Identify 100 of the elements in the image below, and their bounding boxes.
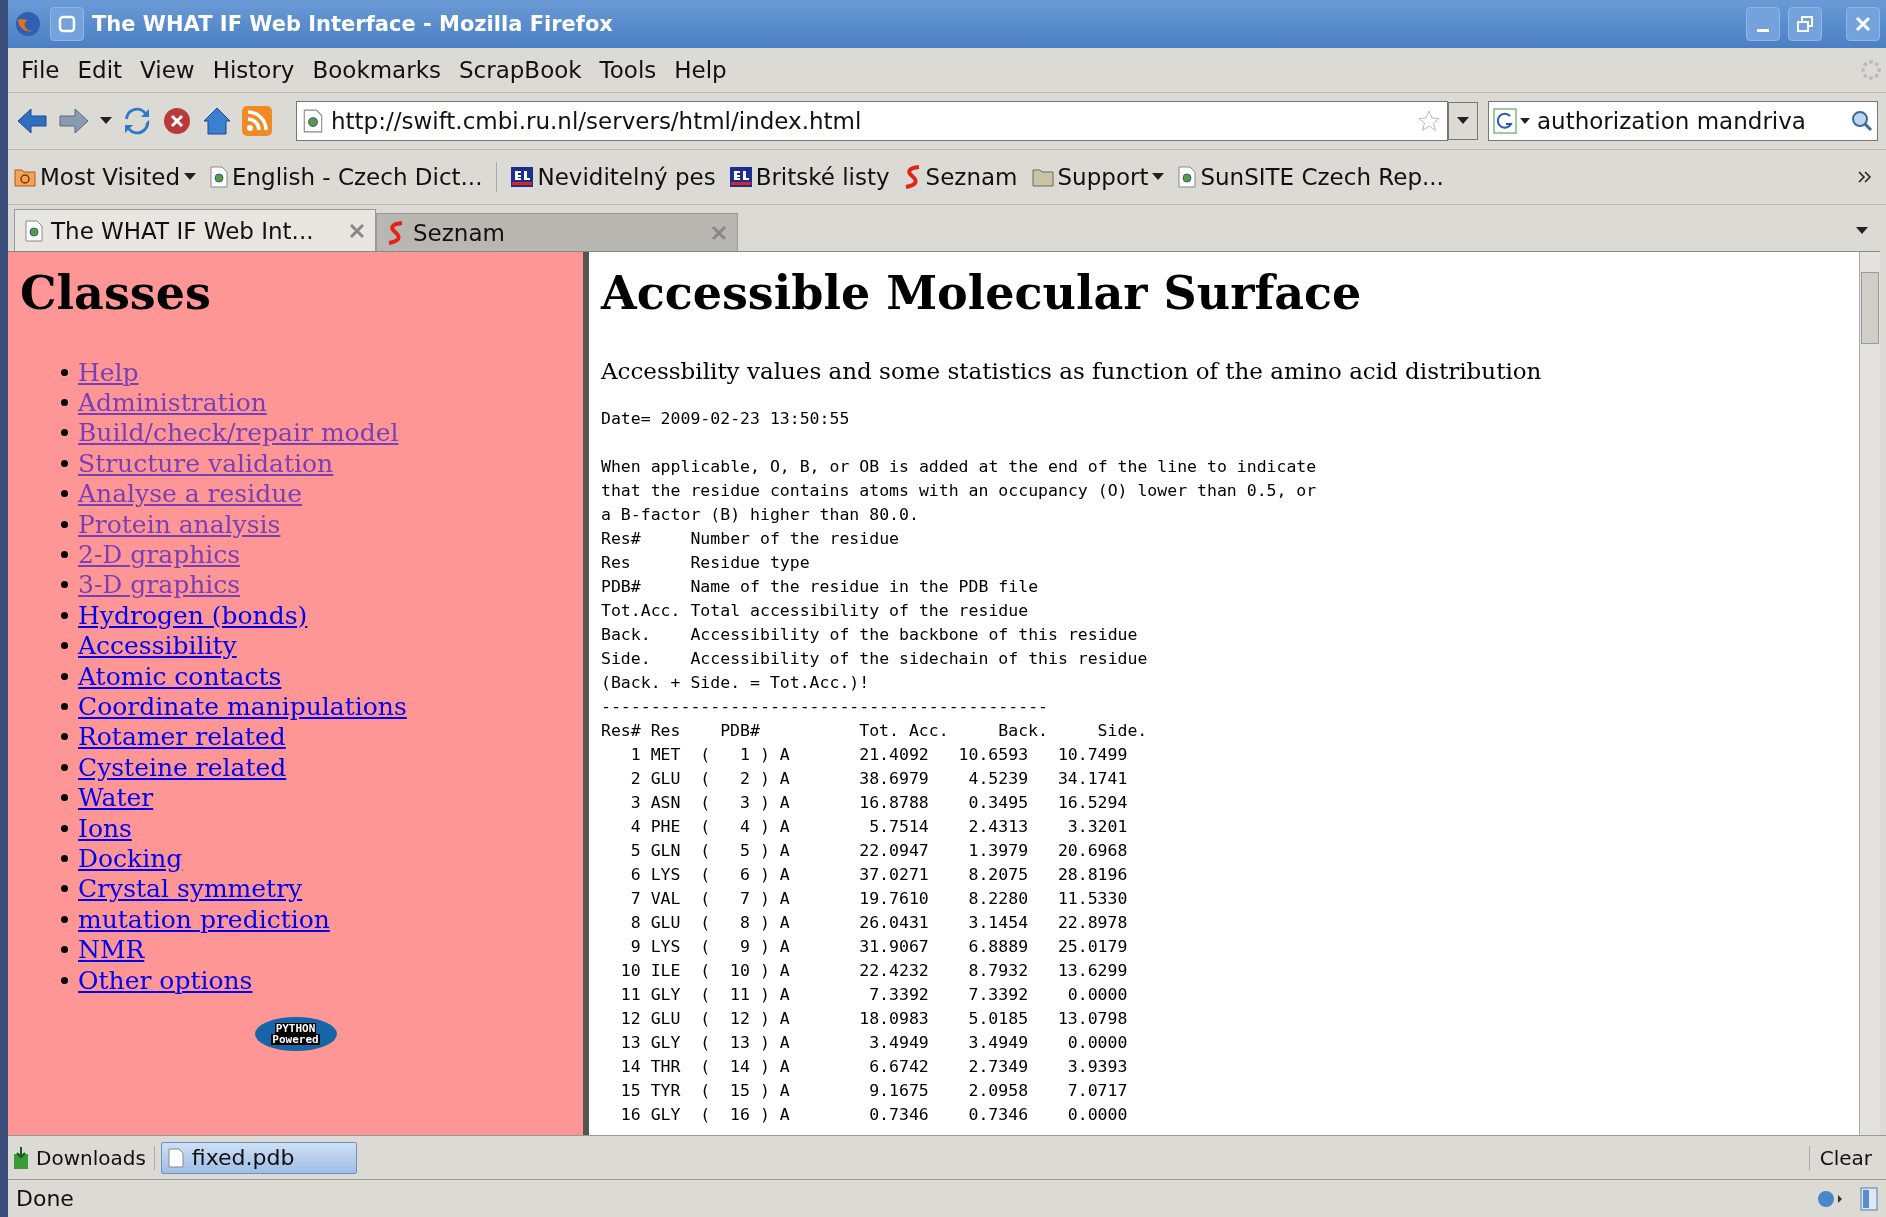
bullet-icon — [61, 824, 68, 832]
address-field[interactable]: http://swift.cmbi.ru.nl/servers/html/index.html — [296, 101, 1448, 141]
menu-item[interactable]: ScrapBook — [449, 57, 591, 83]
clear-button[interactable]: Clear — [1808, 1145, 1882, 1170]
close-icon[interactable] — [349, 222, 365, 239]
bookmark-item[interactable]: Britské listy — [729, 164, 890, 190]
sidebar-link[interactable]: Coordinate manipulations — [78, 692, 407, 721]
tab-list-button[interactable] — [1856, 227, 1868, 235]
close-button[interactable] — [1846, 7, 1880, 41]
table-cell-text: 34.1741 — [1056, 768, 1128, 790]
table-cell-text: GLU — [650, 1008, 681, 1030]
table-cell-text: 20.6968 — [1056, 840, 1128, 862]
sidebar-link[interactable]: Accessibility — [78, 631, 237, 661]
sidebar-link[interactable]: Water — [78, 783, 154, 813]
table-cell-text: ( 12 ) A — [700, 1008, 790, 1030]
table-cell-text: 16.8788 — [858, 792, 929, 814]
reload-button[interactable] — [122, 106, 152, 136]
home-button[interactable] — [202, 106, 232, 136]
menu-item[interactable]: View — [131, 57, 204, 83]
bookmark-item[interactable]: Most Visited — [14, 164, 196, 190]
sidebar-link[interactable]: Rotamer related — [78, 722, 286, 752]
caret-icon — [1856, 227, 1868, 235]
table-cell-text: 22.0947 — [858, 840, 929, 862]
page-icon — [25, 219, 43, 242]
menu-item[interactable]: History — [203, 57, 304, 83]
menu-item[interactable]: Tools — [590, 57, 666, 83]
table-cell-text: 7 — [629, 888, 641, 910]
chevron-icon[interactable] — [1858, 171, 1872, 183]
close-icon — [1854, 15, 1872, 33]
column-header: Back. — [997, 720, 1048, 742]
close-icon[interactable] — [711, 224, 727, 241]
dropdown-button[interactable] — [1448, 102, 1478, 140]
history-dropdown-button[interactable] — [100, 117, 112, 125]
browser-tab[interactable]: Seznam — [376, 213, 738, 251]
table-cell-text: 13.6299 — [1056, 960, 1128, 982]
column-header: Tot. Acc. — [858, 720, 949, 742]
page-icon — [210, 166, 228, 188]
table-cell-text: 3.1454 — [967, 912, 1029, 934]
minimize-icon — [1757, 28, 1769, 32]
table-cell-text: GLN — [650, 840, 681, 862]
menu-item[interactable]: Bookmarks — [303, 57, 450, 83]
table-cell-text: 9 — [629, 936, 641, 958]
legend-line: Side. Accessibility of the sidechain of this residue — [601, 648, 1149, 670]
sidebar-link[interactable]: Atomic contacts — [78, 661, 282, 691]
menu-item[interactable]: Help — [665, 57, 736, 83]
table-cell-text: GLY — [650, 1104, 681, 1126]
maximize-button[interactable] — [1788, 7, 1822, 41]
firefox-logo-icon — [14, 10, 42, 38]
sidebar-link[interactable]: Cysteine related — [78, 752, 287, 782]
page-title: Accessible Molecular Surface — [601, 266, 1363, 320]
table-cell-text: 18.0983 — [858, 1008, 929, 1030]
bullet-icon — [61, 459, 68, 467]
table-cell-text: 3.3201 — [1066, 816, 1128, 838]
bookmark-item[interactable]: Neviditelný pes — [511, 164, 716, 190]
table-cell-text: 3.4949 — [868, 1032, 929, 1054]
table-cell-text: ( 4 ) A — [700, 816, 790, 838]
sidebar-link[interactable]: Docking — [78, 843, 183, 873]
back-button[interactable] — [16, 107, 48, 135]
menu-item[interactable]: File — [12, 57, 69, 83]
table-cell-text: PHE — [650, 816, 681, 838]
table-cell-text: ( 16 ) A — [700, 1104, 790, 1126]
sidebar-link[interactable]: mutation prediction — [78, 904, 330, 934]
bullet-icon — [61, 520, 68, 528]
table-cell-text: 13 — [619, 1032, 641, 1054]
forward-button[interactable] — [58, 107, 90, 135]
table-cell-text: 8.2280 — [967, 888, 1029, 910]
legend-line: Res# Number of the residue — [601, 528, 900, 550]
downloads-label: Downloads — [12, 1145, 155, 1170]
table-cell-text: 37.0271 — [858, 864, 929, 886]
window-menu-button[interactable] — [50, 7, 84, 41]
legend-line: Back. Accessibility of the backbone of this residue — [601, 624, 1139, 646]
search-field[interactable]: authorization mandriva — [1488, 101, 1878, 141]
legend-line: PDB# Name of the residue in the PDB file — [601, 576, 1040, 598]
browser-tab[interactable]: The WHAT IF Web Int... — [14, 209, 376, 251]
rss-feed-button[interactable] — [242, 106, 272, 136]
bullet-icon — [61, 854, 68, 862]
bookmark-item[interactable]: Support — [1031, 164, 1165, 190]
bookmark-item[interactable]: SunSITE Czech Rep... — [1178, 164, 1444, 190]
sidebar-link[interactable]: Hydrogen (bonds) — [78, 600, 308, 630]
bullet-icon — [61, 703, 68, 710]
table-cell-text: 10.6593 — [957, 744, 1029, 766]
bookmark-item[interactable]: Seznam — [903, 164, 1018, 190]
sidebar-link[interactable]: Ions — [78, 813, 132, 843]
stop-button[interactable] — [162, 106, 192, 136]
sidebar-link[interactable]: Crystal symmetry — [78, 874, 303, 904]
sidebar-toggle-icon — [1860, 1186, 1878, 1211]
table-cell-text: 16 — [619, 1104, 641, 1126]
menu-item[interactable]: Edit — [68, 57, 132, 83]
table-cell-text: ( 1 ) A — [700, 744, 790, 766]
bookmark-item[interactable]: English - Czech Dict... — [210, 164, 483, 190]
minimize-button[interactable] — [1746, 7, 1780, 41]
table-cell-text: 2.7349 — [967, 1056, 1029, 1078]
download-item[interactable]: fixed.pdb — [160, 1141, 357, 1174]
sidebar-link[interactable]: Other options — [78, 965, 253, 995]
column-header: Res — [650, 720, 681, 742]
python-powered-logo[interactable]: PYTHON Powered — [254, 1017, 337, 1052]
table-cell-text: 25.0179 — [1056, 936, 1128, 958]
scrollbar[interactable] — [1859, 252, 1880, 1135]
sidebar-link[interactable]: NMR — [78, 935, 145, 965]
table-cell-text: 2.4313 — [967, 816, 1029, 838]
